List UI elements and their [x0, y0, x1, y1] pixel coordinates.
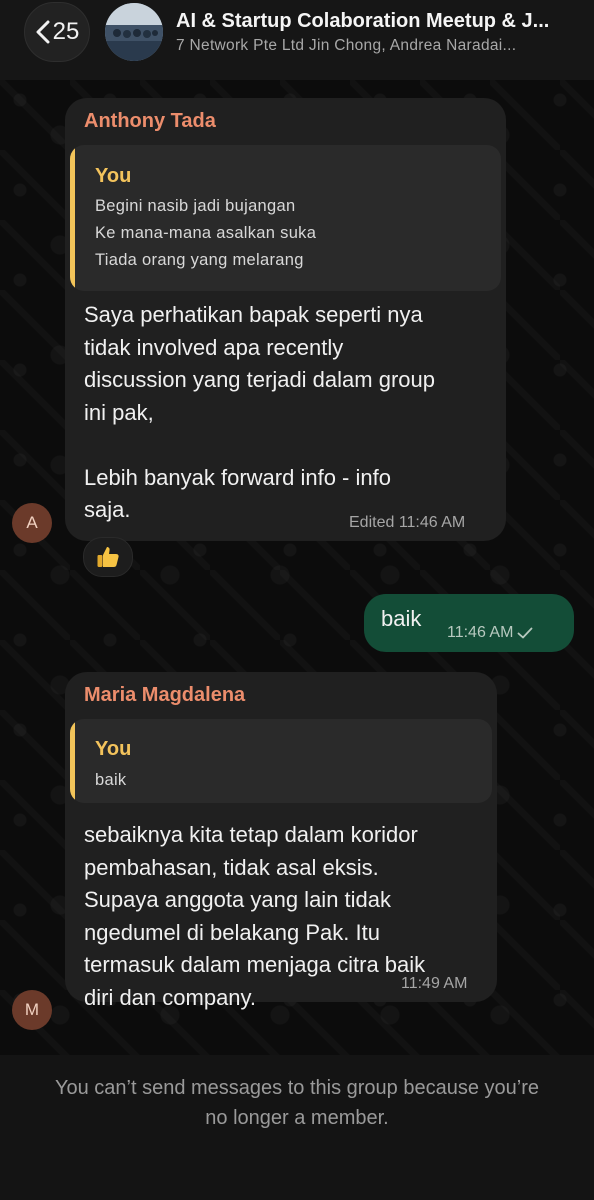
quote-accent-bar	[70, 719, 75, 803]
message-bubble-incoming[interactable]: Maria Magdalena You baik sebaiknya kita …	[65, 672, 497, 1010]
group-members[interactable]: 7 Network Pte Ltd Jin Chong, Andrea Nara…	[176, 37, 586, 55]
timestamp-text: 11:46 AM	[447, 624, 514, 641]
quote-line: Ke mana-mana asalkan suka	[95, 224, 317, 242]
thumbs-up-icon	[97, 547, 119, 567]
group-title[interactable]: AI & Startup Colaboration Meetup & J...	[176, 10, 576, 33]
message-timestamp: 11:46 AM	[447, 624, 533, 642]
message-timestamp: 11:49 AM	[401, 975, 468, 992]
avatar-letter: A	[26, 513, 38, 532]
quote-line: baik	[95, 771, 127, 789]
avatar-letter: M	[24, 1000, 40, 1019]
back-button[interactable]: 25	[24, 2, 90, 62]
chat-header: 25 AI & Startup Colaboration Meetup & J.…	[0, 0, 594, 80]
chevron-left-icon	[36, 20, 50, 44]
sent-check-icon	[518, 627, 533, 639]
message-text: baik	[381, 606, 422, 631]
message-text: Saya perhatikan bapak seperti nya tidak …	[84, 302, 435, 522]
reaction-badge[interactable]	[83, 537, 133, 577]
quote-author: You	[95, 738, 132, 760]
quoted-message[interactable]: You Begini nasib jadi bujangan Ke mana-m…	[70, 145, 501, 291]
message-bubble-incoming[interactable]: Anthony Tada You Begini nasib jadi bujan…	[65, 98, 506, 541]
quote-accent-bar	[70, 145, 75, 291]
message-timestamp: Edited 11:46 AM	[349, 514, 466, 531]
group-avatar[interactable]	[105, 3, 163, 61]
quote-line: Tiada orang yang melarang	[95, 251, 304, 269]
not-member-notice: You can’t send messages to this group be…	[54, 1077, 539, 1129]
sender-avatar[interactable]: M	[12, 990, 52, 1030]
message-bubble-outgoing[interactable]: baik 11:46 AM	[364, 594, 574, 652]
sender-name: Anthony Tada	[84, 110, 216, 132]
quote-line: Begini nasib jadi bujangan	[95, 197, 296, 215]
sender-avatar[interactable]: A	[12, 503, 52, 543]
quoted-message[interactable]: You baik	[70, 719, 492, 803]
sender-name: Maria Magdalena	[84, 684, 246, 706]
unread-count: 25	[52, 18, 80, 45]
quote-author: You	[95, 165, 132, 187]
composer-disabled-bar: You can’t send messages to this group be…	[0, 1055, 594, 1200]
